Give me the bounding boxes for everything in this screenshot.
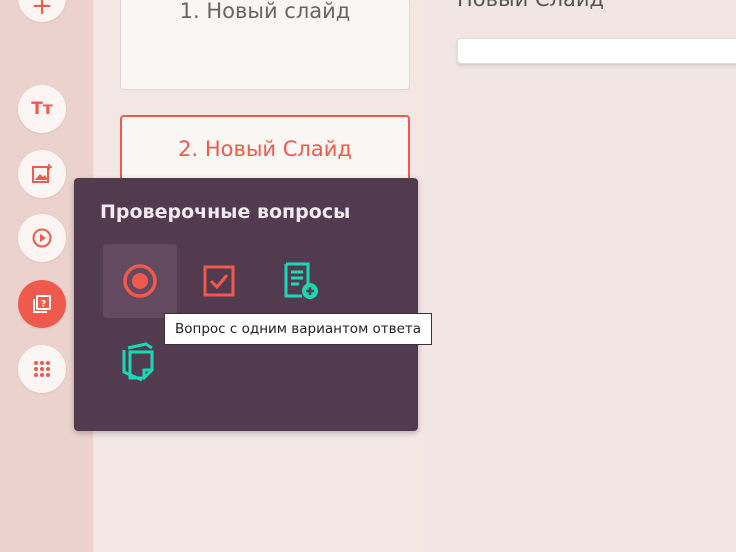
quiz-tool-button[interactable]: ?: [18, 280, 66, 328]
quiz-icon: ?: [33, 295, 51, 313]
slide-2-label: 2. Новый Слайд: [178, 137, 352, 161]
add-icon: +: [31, 0, 53, 21]
slide-title-input[interactable]: [457, 38, 736, 64]
video-icon: [32, 228, 52, 248]
tooltip: Вопрос с одним вариантом ответа: [164, 313, 433, 345]
slide-1-label: 1. Новый слайд: [179, 0, 351, 23]
multiple-choice-icon: [203, 265, 235, 297]
video-tool-button[interactable]: [18, 214, 66, 262]
text-tool-button[interactable]: Тт: [18, 85, 66, 133]
quiz-questions-popup: Проверочные вопросы: [74, 178, 418, 431]
cards-icon: [122, 342, 154, 382]
slide-title: Новый Слайд: [457, 0, 604, 11]
slide-thumbnail-1[interactable]: 1. Новый слайд: [120, 0, 410, 90]
text-icon: Тт: [31, 99, 53, 119]
single-choice-question-button[interactable]: [103, 244, 177, 318]
multiple-choice-question-button[interactable]: [182, 244, 256, 318]
svg-text:?: ?: [41, 300, 46, 310]
grid-icon: [34, 361, 50, 377]
text-answer-question-button[interactable]: [264, 244, 338, 318]
single-choice-icon: [123, 264, 157, 298]
popup-title: Проверочные вопросы: [100, 201, 351, 223]
image-tool-button[interactable]: [18, 150, 66, 198]
more-tools-button[interactable]: [18, 345, 66, 393]
tooltip-text: Вопрос с одним вариантом ответа: [175, 321, 422, 337]
text-answer-icon: [284, 262, 318, 299]
image-icon: [32, 164, 52, 183]
